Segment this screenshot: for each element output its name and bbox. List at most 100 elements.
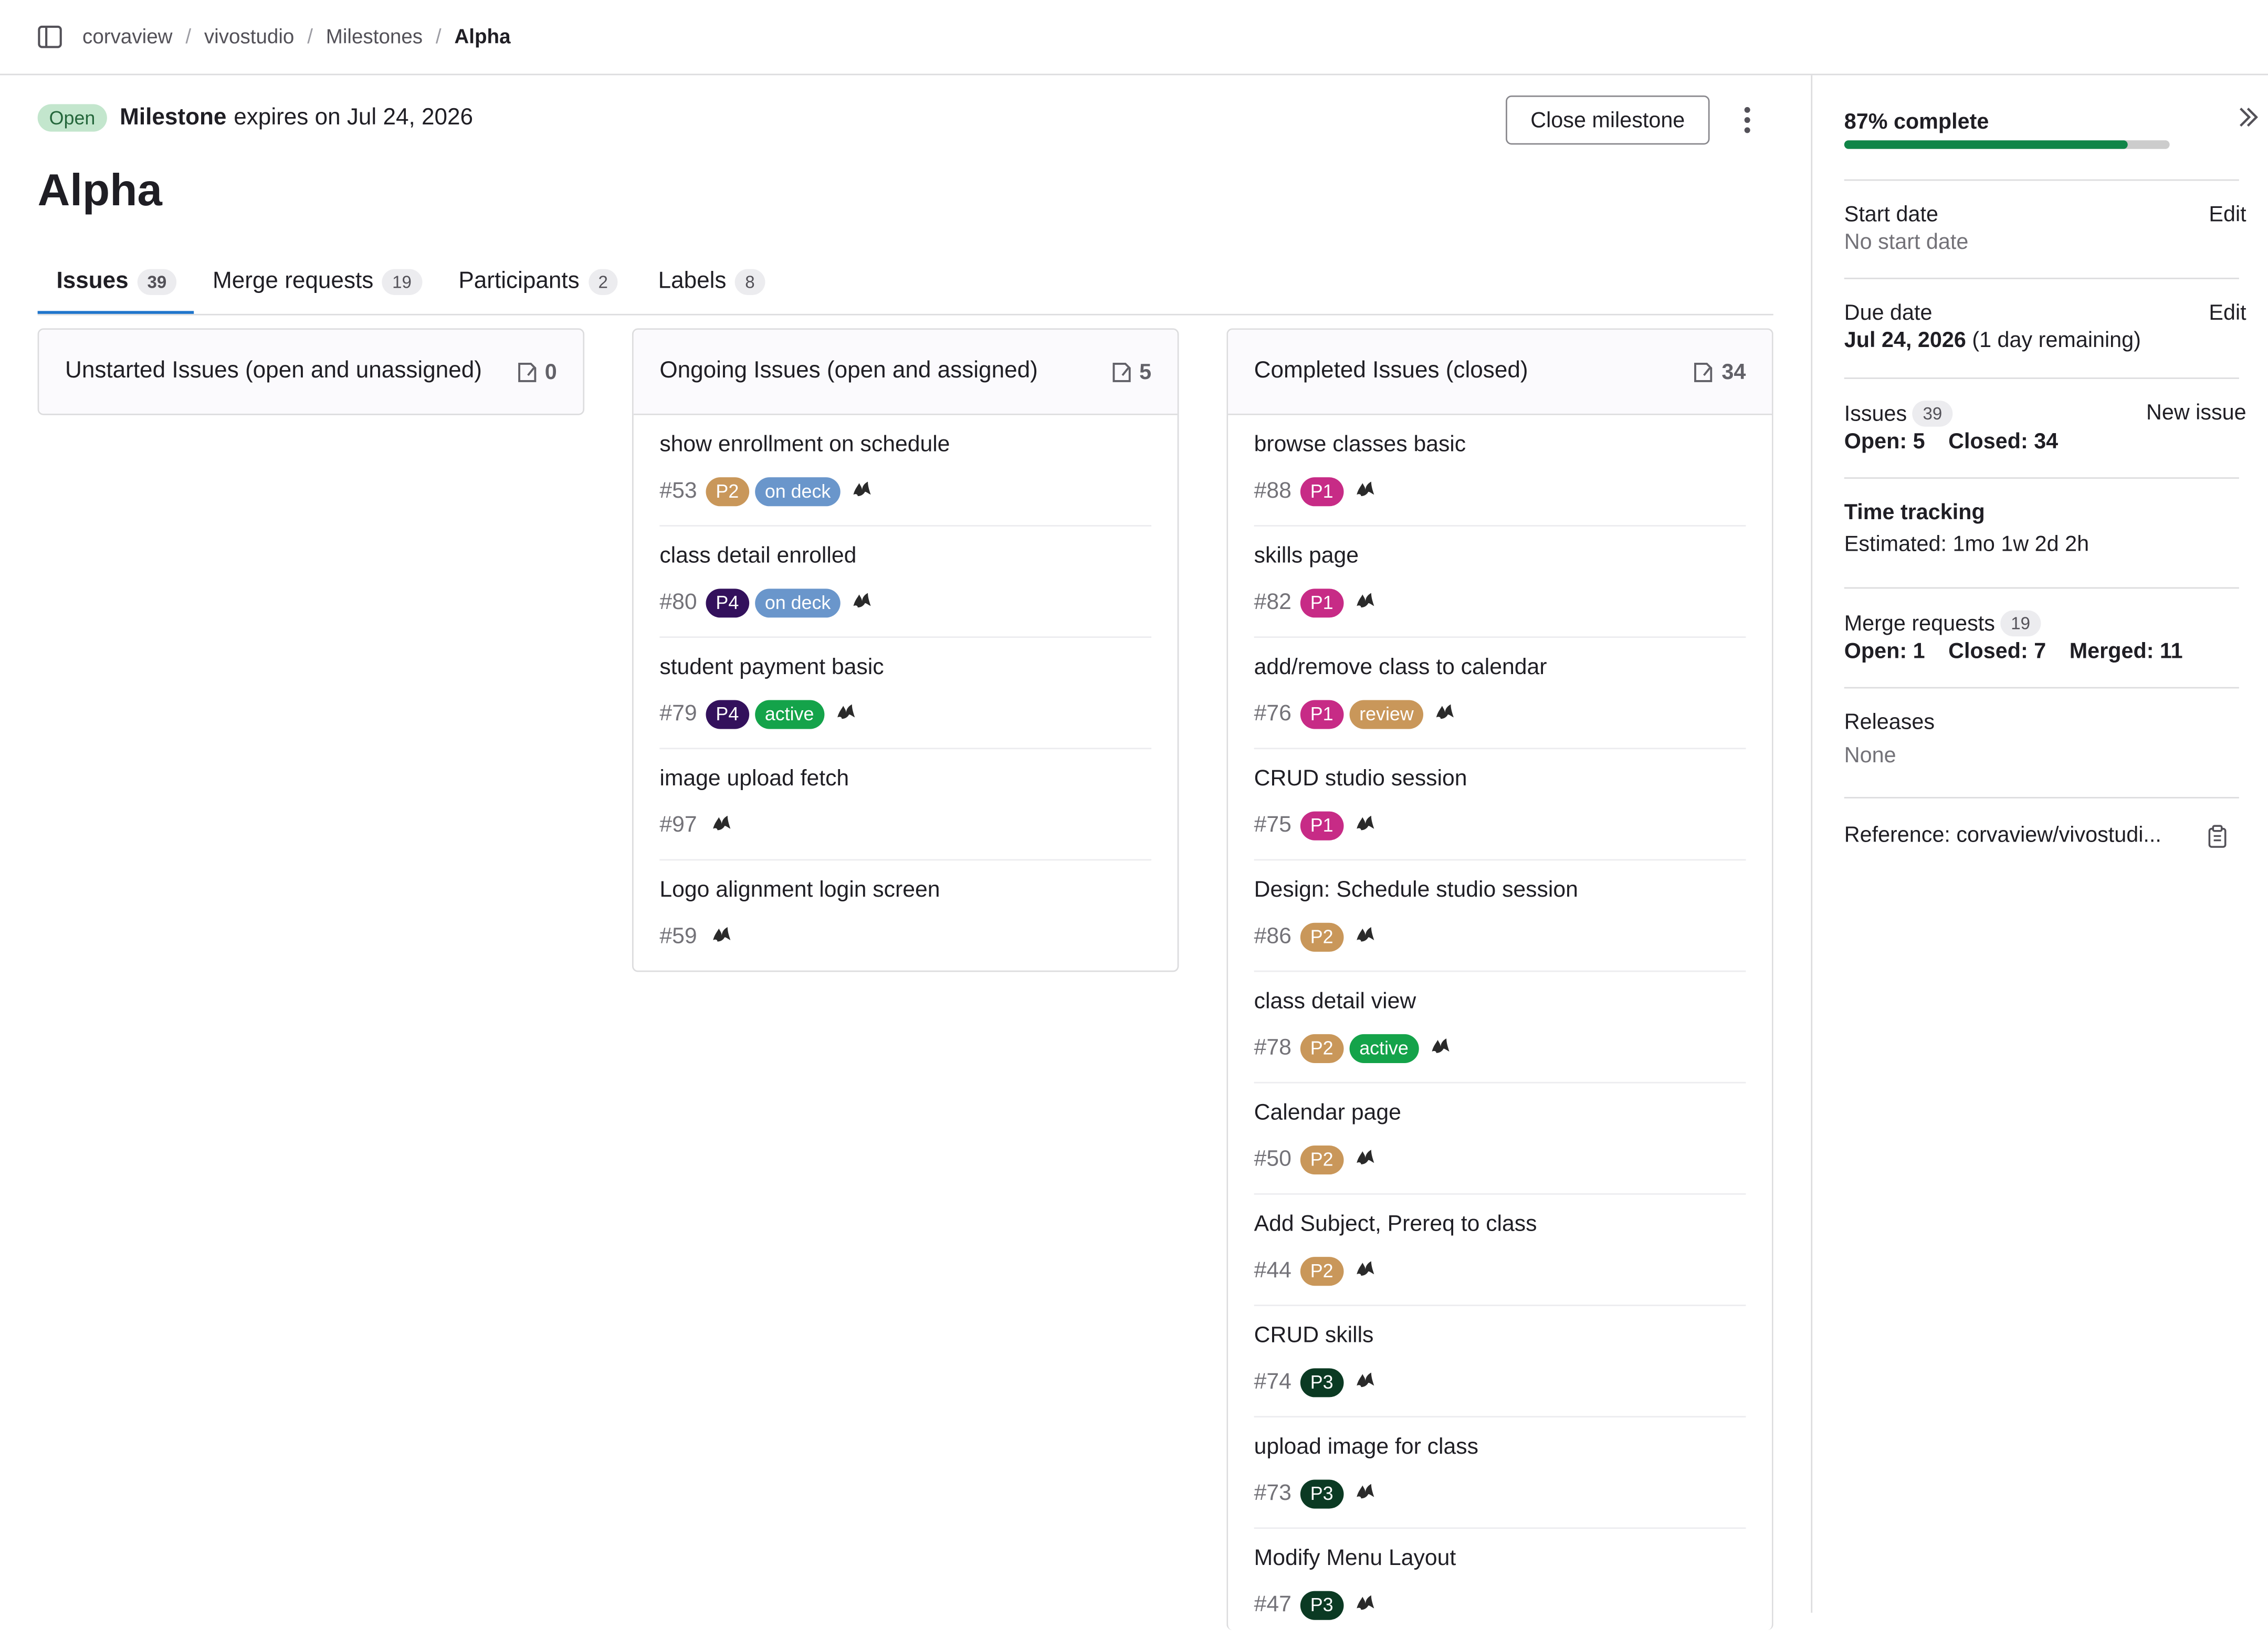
issue-title[interactable]: show enrollment on schedule bbox=[659, 433, 950, 459]
assignee-avatar[interactable] bbox=[1429, 1033, 1452, 1063]
assignee-avatar[interactable] bbox=[1353, 587, 1377, 618]
milestone-page: corvaview / vivostudio / Milestones / Al… bbox=[0, 0, 2268, 1630]
issue-label[interactable]: P1 bbox=[1300, 699, 1343, 729]
issue-label[interactable]: on deck bbox=[754, 587, 841, 617]
assignee-avatar[interactable] bbox=[1353, 1590, 1377, 1620]
breadcrumb-current[interactable]: Alpha bbox=[454, 25, 510, 48]
issue-title[interactable]: image upload fetch bbox=[659, 766, 849, 793]
issue-title[interactable]: class detail enrolled bbox=[659, 544, 856, 570]
issue-reference[interactable]: #50 bbox=[1254, 1146, 1292, 1172]
new-issue-link[interactable]: New issue bbox=[2146, 401, 2246, 425]
issue-label[interactable]: P1 bbox=[1300, 476, 1343, 506]
issue-title[interactable]: upload image for class bbox=[1254, 1435, 1478, 1461]
issue-label[interactable]: P3 bbox=[1300, 1590, 1343, 1620]
issue-label[interactable]: P2 bbox=[1300, 1256, 1343, 1285]
start-date-edit-button[interactable]: Edit bbox=[2209, 203, 2246, 227]
issue-label[interactable]: active bbox=[1349, 1033, 1419, 1063]
issue-title[interactable]: skills page bbox=[1254, 544, 1359, 570]
issue-label[interactable]: P2 bbox=[1300, 922, 1343, 951]
issue-reference[interactable]: #75 bbox=[1254, 812, 1292, 838]
tab-participants[interactable]: Participants 2 bbox=[458, 249, 618, 314]
issue-title[interactable]: CRUD studio session bbox=[1254, 766, 1467, 793]
more-actions-icon[interactable] bbox=[1736, 104, 1759, 136]
due-date-value: Jul 24, 2026 (1 day remaining) bbox=[1844, 328, 2141, 353]
issue-title[interactable]: browse classes basic bbox=[1254, 433, 1466, 459]
issue-card: upload image for class #73 P3 bbox=[1254, 1417, 1746, 1529]
issue-reference[interactable]: #79 bbox=[659, 701, 697, 727]
issue-label[interactable]: P1 bbox=[1300, 811, 1343, 840]
issue-label[interactable]: review bbox=[1349, 699, 1424, 729]
issue-title[interactable]: Add Subject, Prereq to class bbox=[1254, 1212, 1537, 1238]
issue-label[interactable]: P2 bbox=[706, 476, 749, 506]
issue-label[interactable]: P2 bbox=[1300, 1033, 1343, 1063]
issue-title[interactable]: Design: Schedule studio session bbox=[1254, 878, 1578, 904]
reference-text: Reference: corvaview/vivostudi... bbox=[1844, 823, 2161, 848]
issue-reference[interactable]: #97 bbox=[659, 812, 697, 838]
issues-open-closed: Open: 5 Closed: 34 bbox=[1844, 429, 2059, 455]
issue-meta: #75 P1 bbox=[1254, 810, 1377, 840]
tab-labels[interactable]: Labels 8 bbox=[658, 249, 765, 314]
issue-label[interactable]: on deck bbox=[754, 476, 841, 506]
issue-title[interactable]: Modify Menu Layout bbox=[1254, 1546, 1456, 1572]
issue-label[interactable]: P2 bbox=[1300, 1144, 1343, 1174]
assignee-avatar[interactable] bbox=[834, 699, 857, 729]
assignee-avatar[interactable] bbox=[851, 476, 874, 506]
issue-title[interactable]: CRUD skills bbox=[1254, 1323, 1374, 1350]
due-date-edit-button[interactable]: Edit bbox=[2209, 301, 2246, 325]
issue-title[interactable]: class detail view bbox=[1254, 989, 1416, 1015]
issue-card: class detail view #78 P2 active bbox=[1254, 972, 1746, 1084]
close-milestone-button[interactable]: Close milestone bbox=[1506, 95, 1710, 145]
milestone-word: Milestone bbox=[120, 104, 227, 130]
issue-meta: #44 P2 bbox=[1254, 1255, 1377, 1286]
issue-label[interactable]: P3 bbox=[1300, 1479, 1343, 1508]
issues-section: Issues 39 New issue Open: 5 Closed: 34 bbox=[1844, 377, 2246, 479]
issue-reference[interactable]: #78 bbox=[1254, 1035, 1292, 1061]
issue-card: CRUD skills #74 P3 bbox=[1254, 1306, 1746, 1417]
issue-label[interactable]: P4 bbox=[706, 699, 749, 729]
issue-reference[interactable]: #88 bbox=[1254, 478, 1292, 505]
issue-meta: #53 P2 on deck bbox=[659, 476, 874, 506]
issue-reference[interactable]: #76 bbox=[1254, 701, 1292, 727]
assignee-avatar[interactable] bbox=[1353, 1255, 1377, 1286]
issue-reference[interactable]: #44 bbox=[1254, 1258, 1292, 1284]
tab-merge-requests[interactable]: Merge requests 19 bbox=[213, 249, 422, 314]
assignee-avatar[interactable] bbox=[1353, 810, 1377, 840]
copy-reference-icon[interactable] bbox=[2207, 824, 2228, 856]
issue-card: Modify Menu Layout #47 P3 bbox=[1254, 1529, 1746, 1638]
collapse-sidebar-icon[interactable] bbox=[2238, 106, 2259, 136]
breadcrumb-group[interactable]: corvaview bbox=[82, 25, 173, 48]
assignee-avatar[interactable] bbox=[1434, 699, 1457, 729]
breadcrumb-project[interactable]: vivostudio bbox=[204, 25, 295, 48]
issue-meta: #59 bbox=[659, 921, 733, 952]
issue-label[interactable]: P1 bbox=[1300, 587, 1343, 617]
issue-reference[interactable]: #86 bbox=[1254, 923, 1292, 950]
issue-title[interactable]: add/remove class to calendar bbox=[1254, 655, 1547, 681]
assignee-avatar[interactable] bbox=[851, 587, 874, 618]
issue-reference[interactable]: #74 bbox=[1254, 1369, 1292, 1395]
issue-title[interactable]: student payment basic bbox=[659, 655, 884, 681]
assignee-avatar[interactable] bbox=[710, 810, 733, 840]
issue-reference[interactable]: #82 bbox=[1254, 590, 1292, 616]
assignee-avatar[interactable] bbox=[1353, 476, 1377, 506]
issue-title[interactable]: Calendar page bbox=[1254, 1101, 1401, 1127]
breadcrumb-milestones[interactable]: Milestones bbox=[326, 25, 423, 48]
assignee-avatar[interactable] bbox=[1353, 1478, 1377, 1509]
tab-issues[interactable]: Issues 39 bbox=[56, 249, 177, 314]
issue-label[interactable]: P3 bbox=[1300, 1367, 1343, 1397]
issue-label[interactable]: P4 bbox=[706, 587, 749, 617]
assignee-avatar[interactable] bbox=[1353, 1144, 1377, 1174]
issue-label[interactable]: active bbox=[754, 699, 824, 729]
assignee-avatar[interactable] bbox=[1353, 921, 1377, 952]
assignee-avatar[interactable] bbox=[710, 921, 733, 952]
issue-reference[interactable]: #59 bbox=[659, 923, 697, 950]
issue-reference[interactable]: #80 bbox=[659, 590, 697, 616]
sidebar-toggle-icon[interactable] bbox=[38, 25, 62, 49]
issue-reference[interactable]: #47 bbox=[1254, 1592, 1292, 1618]
assignee-avatar[interactable] bbox=[1353, 1367, 1377, 1398]
tab-label: Merge requests bbox=[212, 268, 374, 293]
issue-reference[interactable]: #53 bbox=[659, 478, 697, 505]
issue-reference[interactable]: #73 bbox=[1254, 1480, 1292, 1507]
issue-card: Calendar page #50 P2 bbox=[1254, 1084, 1746, 1195]
time-tracking-section: Time tracking Estimated: 1mo 1w 2d 2h bbox=[1844, 477, 2239, 589]
issue-title[interactable]: Logo alignment login screen bbox=[659, 878, 940, 904]
